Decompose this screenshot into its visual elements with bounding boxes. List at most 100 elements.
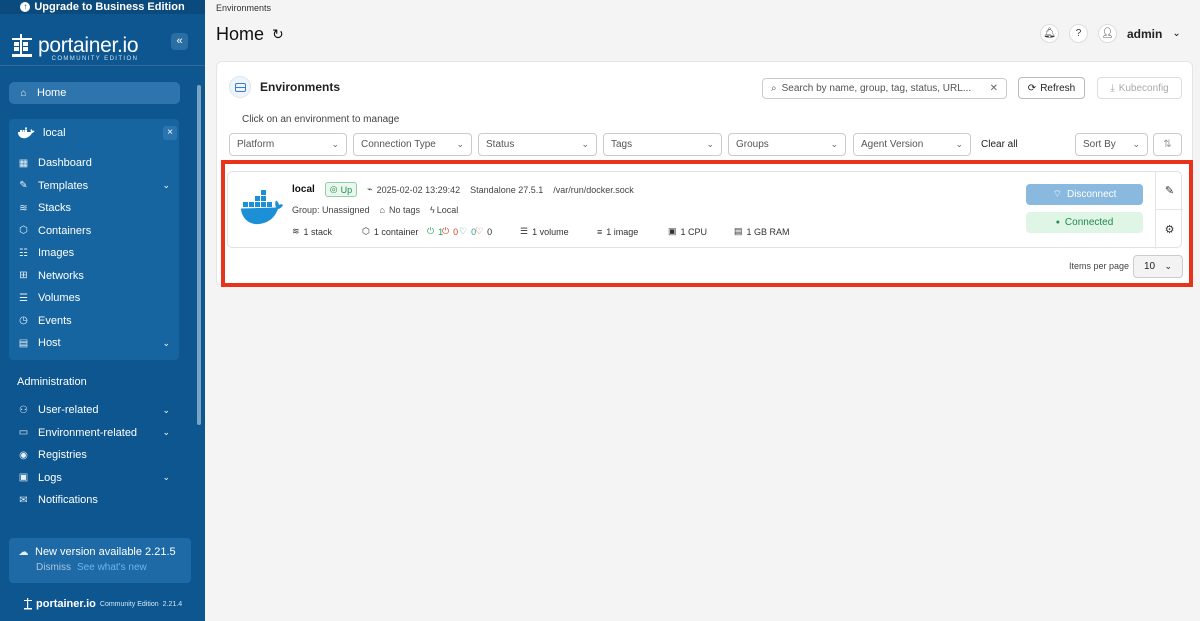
environment-summary: local ◎ Up ⌁ 2025-02-02 13:29:42 Standal…	[292, 182, 634, 197]
sidebar-item-registries[interactable]: ◉ Registries	[18, 449, 170, 461]
chevron-down-icon: ⌄	[581, 139, 589, 149]
filter-groups[interactable]: Groups ⌄	[728, 133, 846, 156]
environment-stats: ≋ 1 stack ⬡ 1 container ⏻ 1 ⏻ 0 ♡ 0 ♡ 0 ☰ 1 vol…	[292, 226, 790, 237]
ram-stat: ▤ 1 GB RAM	[734, 226, 790, 237]
healthy-stat: ♡ 0	[459, 226, 476, 237]
sidebar-scrollbar[interactable]	[197, 85, 201, 425]
environment-type: Standalone 27.5.1	[470, 184, 544, 195]
environments-panel: Environments ⌕ Search by name, group, ta…	[216, 61, 1193, 286]
sidebar-item-images[interactable]: ☷ Images	[18, 247, 170, 259]
list-icon: ≡	[597, 226, 603, 237]
breadcrumb[interactable]: Environments	[216, 3, 271, 13]
sidebar-item-volumes[interactable]: ☰ Volumes	[18, 292, 170, 304]
sidebar-item-home[interactable]: ⌂ Home	[9, 82, 180, 104]
connected-button[interactable]: ● Connected	[1026, 212, 1143, 233]
upgrade-banner[interactable]: ↑ Upgrade to Business Edition	[0, 0, 205, 14]
collapse-sidebar-button[interactable]: «	[171, 33, 188, 50]
close-environment-button[interactable]: ×	[163, 126, 177, 140]
panel-title: Environments	[229, 76, 340, 98]
sidebar-item-logs[interactable]: ▣ Logs ⌄	[18, 472, 170, 484]
new-version-notice: ☁ New version available 2.21.5 Dismiss S…	[9, 538, 191, 583]
chevron-down-icon: ⌄	[162, 180, 170, 190]
host-icon: ▤	[18, 337, 29, 349]
refresh-icon[interactable]: ↻	[272, 26, 284, 43]
brand-sub: COMMUNITY EDITION	[51, 56, 139, 62]
heart-broken-icon: ♡	[475, 226, 484, 236]
filter-label: Groups	[736, 139, 769, 150]
kubeconfig-label: Kubeconfig	[1118, 82, 1169, 94]
environment-location: Local	[436, 205, 459, 215]
sidebar-item-networks[interactable]: ⊞ Networks	[18, 270, 170, 282]
edit-pencil-icon[interactable]: ✎	[1156, 172, 1183, 210]
environment-group: Group: Unassigned	[292, 205, 370, 215]
docker-logo-icon	[241, 190, 283, 225]
status-text: Up	[340, 184, 353, 195]
user-menu[interactable]: admin	[1127, 27, 1162, 41]
bell-icon[interactable]: 🔔︎	[1040, 24, 1059, 43]
sidebar-divider	[0, 65, 205, 66]
search-input[interactable]: ⌕ Search by name, group, tag, status, UR…	[762, 78, 1007, 99]
sidebar-item-notifications[interactable]: ✉ Notifications	[18, 494, 170, 506]
sidebar-item-stacks[interactable]: ≋ Stacks	[18, 202, 170, 214]
sort-by-select[interactable]: Sort By ⌄	[1075, 133, 1148, 156]
panel-hint: Click on an environment to manage	[242, 114, 400, 125]
panel-title-text: Environments	[260, 80, 341, 94]
sidebar-item-label: Events	[38, 314, 72, 327]
stack-icon: ≋	[292, 226, 300, 236]
settings-gear-icon[interactable]: ⚙	[1156, 210, 1183, 248]
clear-search-icon[interactable]: ✕	[990, 83, 998, 94]
see-whats-new-link[interactable]: See what's new	[77, 562, 147, 573]
environment-name: local	[43, 127, 66, 139]
environment-icon: ▭	[18, 427, 29, 438]
environment-card[interactable]: local ◎ Up ⌁ 2025-02-02 13:29:42 Standal…	[227, 171, 1183, 249]
containers-count: 1 container	[373, 226, 419, 237]
filter-connection-type[interactable]: Connection Type ⌄	[353, 133, 472, 156]
unhealthy-stat: ♡ 0	[475, 226, 520, 237]
environment-url: /var/run/docker.sock	[553, 184, 634, 195]
filter-tags[interactable]: Tags ⌄	[603, 133, 722, 156]
disconnect-button[interactable]: ⌔ Disconnect	[1026, 184, 1143, 205]
refresh-button[interactable]: ⟳ Refresh	[1018, 77, 1085, 99]
volumes-count: 1 volume	[532, 226, 569, 237]
footer-edition: Community Edition	[99, 600, 159, 608]
cpu-count: 1 CPU	[680, 226, 708, 237]
sidebar-item-label: Containers	[38, 224, 92, 237]
dismiss-link[interactable]: Dismiss	[36, 562, 71, 573]
sidebar-item-label: User-related	[38, 404, 99, 416]
sidebar-item-containers[interactable]: ⬡ Containers	[18, 225, 170, 237]
sidebar-item-label: Notifications	[38, 494, 98, 506]
user-icon[interactable]: 👤︎	[1098, 24, 1117, 43]
help-icon[interactable]: ?	[1069, 24, 1088, 43]
volumes-icon: ☰	[19, 292, 28, 304]
sidebar-item-user-related[interactable]: ⚇ User-related ⌄	[18, 404, 170, 416]
sort-direction-button[interactable]: ⇅	[1153, 133, 1182, 156]
new-version-text: New version available 2.21.5	[35, 546, 176, 558]
docker-icon	[18, 127, 35, 139]
environment-meta: Group: Unassigned ⌂ No tags ϟ Local	[292, 205, 458, 215]
container-icon: ⬡	[362, 226, 370, 236]
filter-agent-version[interactable]: Agent Version ⌄	[853, 133, 971, 156]
sidebar-item-host[interactable]: ▤ Host ⌄	[18, 337, 170, 349]
sidebar-item-environment-related[interactable]: ▭ Environment-related ⌄	[18, 427, 170, 439]
connected-label: Connected	[1064, 217, 1114, 228]
chevron-down-icon[interactable]: ⌄	[1172, 28, 1180, 39]
items-per-page-value: 10	[1144, 261, 1156, 272]
items-per-page-select[interactable]: 10 ⌄	[1133, 255, 1183, 278]
kubeconfig-button[interactable]: ⤓ Kubeconfig	[1097, 77, 1182, 99]
ram-amount: 1 GB RAM	[746, 226, 790, 237]
clear-all-button[interactable]: Clear all	[981, 139, 1018, 150]
images-count: 1 image	[606, 226, 639, 237]
containers-stat: ⬡ 1 container	[362, 226, 427, 237]
footer-brand-name: portainer.io	[36, 598, 96, 610]
events-icon: ◷	[19, 315, 28, 326]
cpu-icon: ▣	[668, 226, 677, 236]
sidebar-item-events[interactable]: ◷ Events	[18, 315, 170, 327]
sidebar-item-templates[interactable]: ✎ Templates ⌄	[18, 180, 170, 192]
filter-platform[interactable]: Platform ⌄	[229, 133, 347, 156]
administration-heading: Administration	[17, 376, 87, 388]
filter-status[interactable]: Status ⌄	[478, 133, 597, 156]
environment-header[interactable]: local ×	[17, 126, 177, 140]
brand-logo[interactable]: portainer.io COMMUNITY EDITION	[10, 32, 139, 64]
sidebar-item-dashboard[interactable]: ▦ Dashboard	[18, 157, 170, 169]
search-icon: ⌕	[771, 83, 777, 94]
